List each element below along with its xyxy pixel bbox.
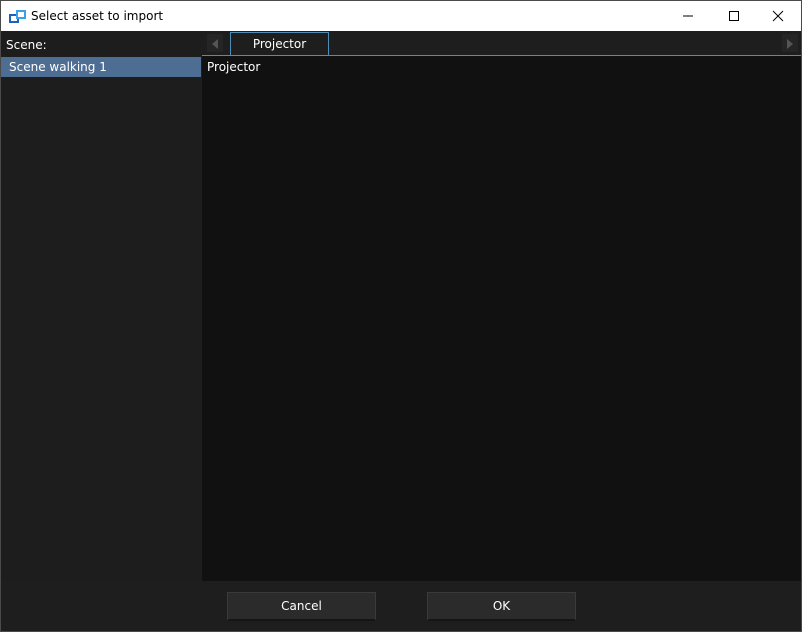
tab-strip: Projector bbox=[202, 31, 801, 56]
window-title: Select asset to import bbox=[31, 9, 164, 23]
import-dialog-window: Select asset to import Scene: Scene walk… bbox=[0, 0, 802, 632]
cancel-button[interactable]: Cancel bbox=[227, 592, 376, 621]
scene-list-item-label: Scene walking 1 bbox=[9, 60, 107, 74]
asset-list-item[interactable]: Projector bbox=[207, 60, 260, 74]
maximize-icon bbox=[728, 7, 740, 26]
maximize-button[interactable] bbox=[711, 1, 757, 31]
title-bar[interactable]: Select asset to import bbox=[1, 1, 801, 31]
scene-sidebar: Scene: Scene walking 1 bbox=[1, 31, 201, 581]
app-logo-icon bbox=[9, 9, 27, 23]
scene-list-item[interactable]: Scene walking 1 bbox=[1, 57, 201, 77]
tab-scroll-left-button[interactable] bbox=[207, 34, 223, 52]
chevron-left-icon bbox=[212, 34, 218, 53]
tab-label: Projector bbox=[252, 37, 307, 51]
scene-label: Scene: bbox=[6, 38, 47, 52]
minimize-button[interactable] bbox=[665, 1, 711, 31]
tab-scroll-right-button[interactable] bbox=[782, 34, 798, 52]
close-icon bbox=[772, 7, 784, 26]
ok-button[interactable]: OK bbox=[427, 592, 576, 621]
close-button[interactable] bbox=[755, 1, 801, 31]
dialog-footer: Cancel OK bbox=[1, 581, 801, 631]
tab-projector[interactable]: Projector bbox=[230, 32, 329, 56]
chevron-right-icon bbox=[787, 34, 793, 53]
asset-list-panel: Projector bbox=[202, 56, 801, 581]
minimize-icon bbox=[682, 7, 694, 26]
